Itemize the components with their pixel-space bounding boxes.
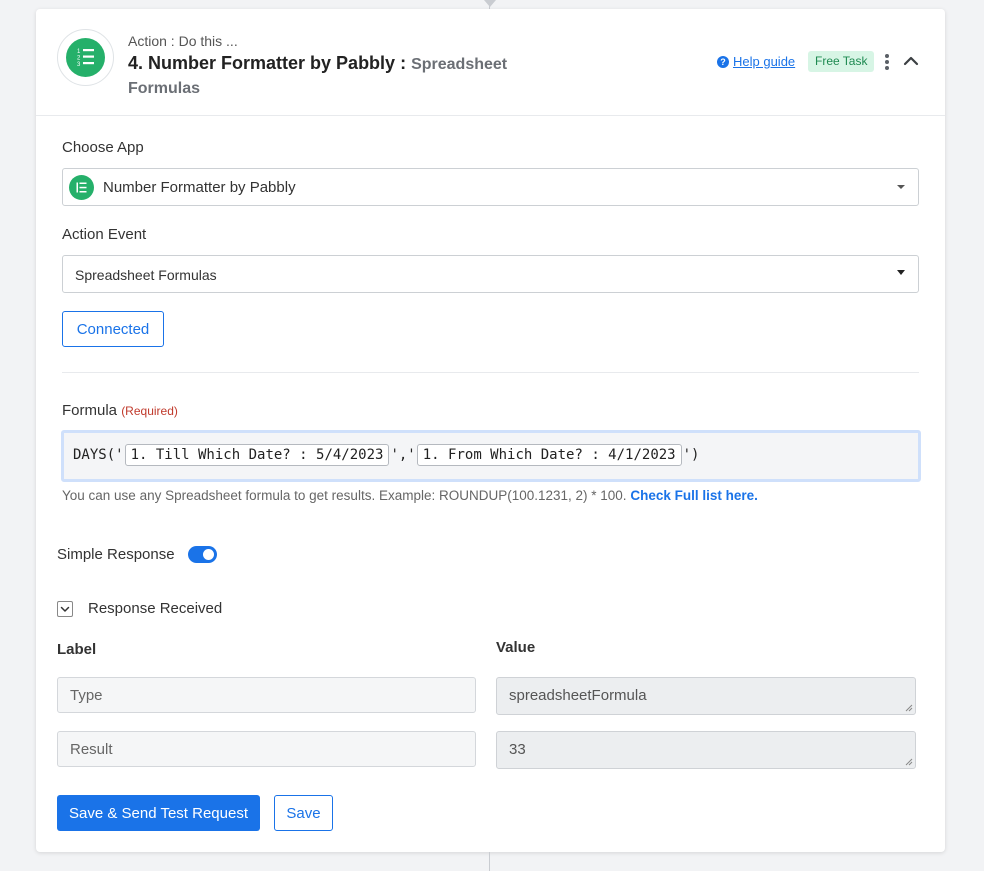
formula-label: Formula (Required)	[62, 402, 178, 419]
formula-label-text: Formula	[62, 402, 118, 419]
formula-hint-text: You can use any Spreadsheet formula to g…	[62, 488, 627, 503]
response-received-label: Response Received	[88, 600, 223, 617]
save-send-test-button[interactable]: Save & Send Test Request	[57, 795, 260, 831]
response-label-field: Type	[57, 677, 476, 713]
action-event-select[interactable]: Spreadsheet Formulas	[62, 255, 919, 293]
response-value-text: spreadsheetFormula	[509, 687, 647, 704]
svg-text:3: 3	[77, 62, 81, 68]
app-logo-ring: 1 2 3	[57, 29, 114, 86]
formula-input[interactable]: DAYS(' 1. Till Which Date? : 5/4/2023 ',…	[61, 430, 921, 482]
formula-content: DAYS(' 1. Till Which Date? : 5/4/2023 ',…	[73, 444, 699, 466]
choose-app-label: Choose App	[62, 139, 144, 156]
choose-app-value: Number Formatter by Pabbly	[103, 179, 296, 196]
help-guide-link[interactable]: ? Help guide	[717, 54, 795, 69]
help-guide-label: Help guide	[733, 54, 796, 69]
value-column-header: Value	[496, 639, 536, 656]
free-task-badge: Free Task	[808, 51, 875, 72]
response-received-expand-toggle[interactable]	[57, 601, 73, 617]
connected-button[interactable]: Connected	[62, 311, 164, 347]
action-title: 4. Number Formatter by Pabbly : Spreadsh…	[128, 52, 568, 100]
response-value-field: spreadsheetFormula	[496, 677, 916, 715]
required-marker: (Required)	[121, 404, 178, 418]
flow-connector-bottom	[489, 852, 490, 871]
number-formatter-logo-icon: 1 2 3	[66, 38, 105, 77]
formula-prefix: DAYS('	[73, 447, 124, 463]
formula-separator: ','	[390, 447, 416, 463]
formula-token-till-date[interactable]: 1. Till Which Date? : 5/4/2023	[124, 444, 390, 466]
chevron-up-icon[interactable]	[902, 53, 920, 69]
chevron-down-icon	[897, 185, 905, 189]
flow-arrow-icon	[484, 0, 496, 7]
check-full-list-link[interactable]: Check Full list here.	[630, 488, 758, 503]
svg-text:1: 1	[77, 49, 81, 55]
action-step-card: 1 2 3 Action : Do this ... 4. Number For…	[36, 9, 945, 852]
response-value-text: 33	[509, 741, 526, 758]
number-formatter-small-icon	[69, 175, 94, 200]
response-value-field: 33	[496, 731, 916, 769]
more-options-icon[interactable]	[882, 54, 892, 70]
label-column-header: Label	[57, 641, 97, 658]
response-label-field: Result	[57, 731, 476, 767]
chevron-down-icon	[60, 606, 70, 612]
action-event-label: Action Event	[62, 226, 147, 243]
action-subtitle: Action : Do this ...	[128, 33, 238, 49]
action-app-name: 4. Number Formatter by Pabbly :	[128, 53, 407, 73]
chevron-down-icon	[897, 270, 905, 275]
simple-response-label: Simple Response	[57, 546, 175, 563]
action-event-value: Spreadsheet Formulas	[75, 267, 217, 283]
formula-suffix: ')	[682, 447, 700, 463]
choose-app-select[interactable]: Number Formatter by Pabbly	[62, 168, 919, 206]
formula-token-from-date[interactable]: 1. From Which Date? : 4/1/2023	[416, 444, 682, 466]
simple-response-toggle[interactable]	[188, 546, 217, 563]
resize-grip-icon	[905, 758, 913, 766]
save-button[interactable]: Save	[274, 795, 333, 831]
card-header: 1 2 3 Action : Do this ... 4. Number For…	[36, 9, 945, 116]
question-icon: ?	[717, 55, 729, 68]
formula-hint: You can use any Spreadsheet formula to g…	[62, 488, 758, 503]
toggle-knob	[203, 549, 214, 560]
section-divider	[62, 372, 919, 373]
resize-grip-icon	[905, 704, 913, 712]
svg-text:2: 2	[77, 56, 81, 62]
